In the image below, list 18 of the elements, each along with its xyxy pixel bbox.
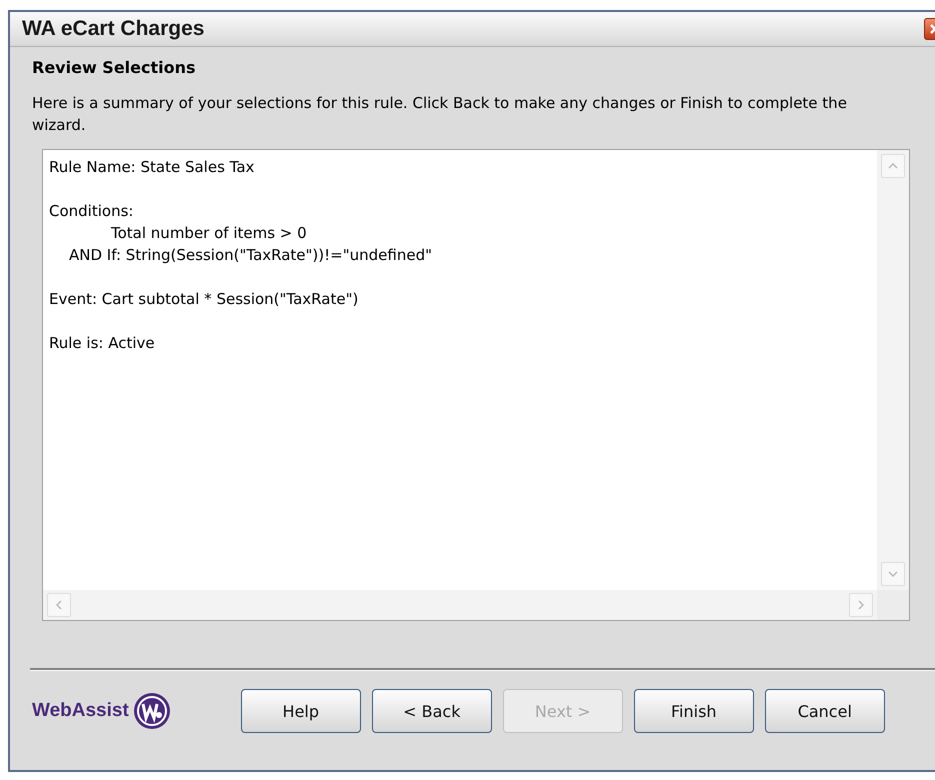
summary-line: Event: Cart subtotal * Session("TaxRate") — [49, 289, 358, 310]
summary-line: Conditions: — [49, 201, 134, 222]
dialog-button[interactable]: < Back — [372, 689, 492, 733]
horizontal-scrollbar[interactable] — [43, 590, 877, 620]
section-heading: Review Selections — [32, 58, 197, 77]
dialog-button[interactable]: Cancel — [764, 689, 885, 733]
dialog-button[interactable]: Finish — [634, 689, 754, 733]
summary-line: AND If: String(Session("TaxRate"))!="undefined" — [68, 245, 432, 266]
vertical-scrollbar[interactable] — [877, 150, 909, 590]
description-text: Here is a summary of your selections for this rule. Click Back to make any changes or Finish to complete the wizard. — [32, 93, 848, 136]
summary-line: Rule Name: State Sales Tax — [49, 157, 254, 178]
scrollbar-corner — [877, 590, 909, 620]
logo-icon — [132, 691, 172, 731]
summary-line: Total number of items > 0 — [110, 223, 308, 244]
logo-text: WebAssist — [32, 700, 129, 722]
dialog-button[interactable]: Help — [240, 689, 361, 733]
summary-line: Rule is: Active — [49, 333, 155, 354]
window-title: WA eCart Charges — [21, 17, 204, 41]
